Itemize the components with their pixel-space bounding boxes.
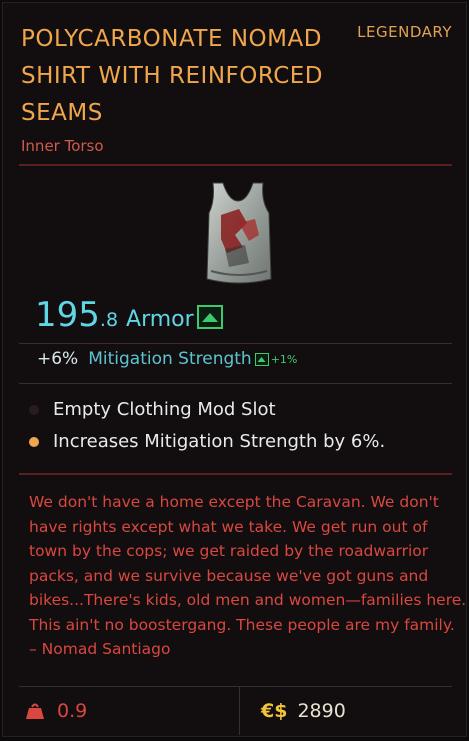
divider: [19, 343, 452, 344]
mitigation-label: Mitigation Strength: [88, 349, 252, 369]
price-value: 2890: [297, 700, 346, 722]
divider: [19, 383, 452, 384]
weight-icon: [25, 701, 45, 721]
divider: [19, 473, 452, 475]
upgrade-arrow-icon: [197, 305, 223, 329]
mod-text: Increases Mitigation Strength by 6%.: [53, 431, 386, 452]
mod-dot-icon: [29, 404, 39, 415]
item-tooltip-card: POLYCARBONATE NOMAD SHIRT WITH REINFORCE…: [2, 2, 467, 737]
weight-value: 0.9: [57, 700, 88, 722]
divider: [19, 686, 452, 687]
item-shirt-image: [199, 179, 277, 289]
mod-slot-mitigation[interactable]: Increases Mitigation Strength by 6%.: [29, 431, 385, 452]
armor-value-int: 195: [35, 295, 100, 335]
lore-text: We don't have a home except the Caravan.…: [29, 493, 467, 658]
item-weight: 0.9: [25, 700, 87, 722]
armor-stat: 195 .8 Armor: [35, 295, 194, 335]
item-category: Inner Torso: [21, 137, 104, 155]
rarity-label: LEGENDARY: [357, 23, 452, 41]
footer-separator: [239, 687, 240, 735]
eurodollar-icon: €$: [261, 700, 288, 722]
upgrade-arrow-icon: [254, 352, 269, 366]
mod-dot-icon: [29, 436, 39, 447]
item-name: POLYCARBONATE NOMAD SHIRT WITH REINFORCE…: [21, 26, 323, 126]
mitigation-value: +6%: [37, 349, 79, 369]
mitigation-delta: +1%: [270, 352, 298, 366]
mitigation-stat: +6% Mitigation Strength +1%: [37, 349, 297, 369]
item-price: €$ 2890: [261, 700, 346, 722]
armor-label: Armor: [126, 307, 194, 332]
armor-value-dec: .8: [99, 309, 119, 331]
divider: [19, 164, 452, 166]
mod-slot-empty[interactable]: Empty Clothing Mod Slot: [29, 399, 276, 420]
mod-text: Empty Clothing Mod Slot: [53, 399, 276, 420]
